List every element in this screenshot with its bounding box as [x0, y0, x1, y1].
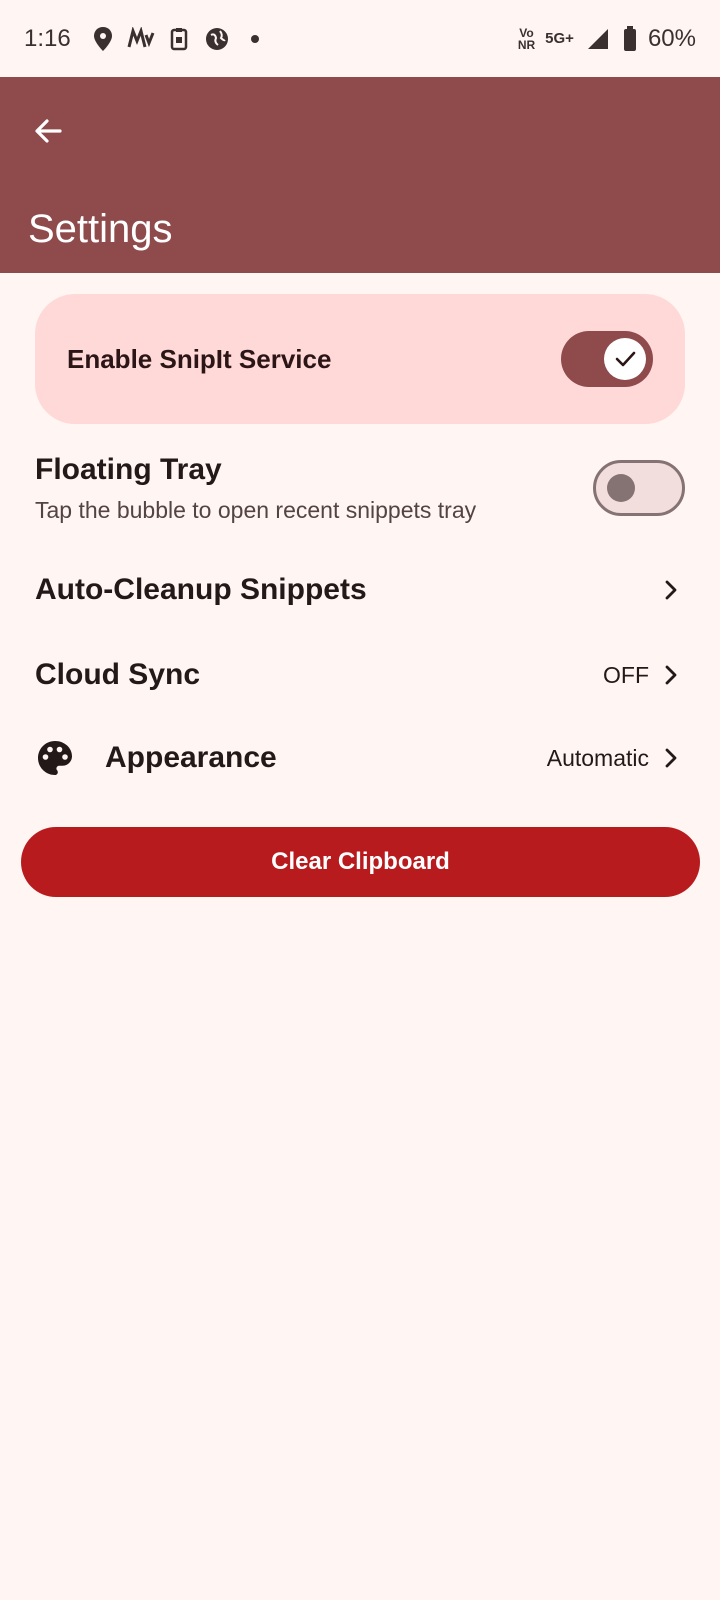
app-bar: Settings	[0, 77, 720, 273]
floating-tray-title: Floating Tray	[35, 452, 222, 486]
signal-icon	[584, 25, 612, 53]
appearance-title: Appearance	[105, 741, 277, 774]
arrow-back-icon	[35, 119, 62, 143]
status-left: 1:16	[24, 25, 269, 53]
cloud-sync-value: OFF	[603, 661, 649, 688]
cloud-sync-row[interactable]: Cloud Sync OFF	[35, 650, 685, 700]
battery-icon	[622, 25, 638, 53]
floating-tray-text: Floating Tray Tap the bubble to open rec…	[35, 453, 476, 524]
floating-tray-subtitle: Tap the bubble to open recent snippets t…	[35, 496, 477, 523]
cloud-sync-right: OFF	[603, 661, 685, 689]
check-icon	[615, 351, 636, 367]
appearance-value: Automatic	[546, 744, 649, 771]
volte-bottom: NR	[517, 37, 536, 52]
page-title: Settings	[28, 207, 173, 251]
auto-cleanup-right	[657, 576, 685, 604]
enable-service-card[interactable]: Enable SnipIt Service	[35, 294, 685, 424]
clear-clipboard-button[interactable]: Clear Clipboard	[21, 827, 700, 897]
chevron-right-icon	[657, 661, 685, 689]
back-button[interactable]	[24, 107, 72, 155]
myntra-app-icon	[127, 25, 155, 53]
status-bar: 1:16 Vo NR 5G+ 60%	[0, 0, 720, 77]
network-type: 5G+	[545, 29, 574, 47]
auto-cleanup-row[interactable]: Auto-Cleanup Snippets	[35, 565, 685, 615]
battery-level: 60%	[647, 24, 696, 52]
enable-service-switch[interactable]	[561, 331, 653, 387]
chevron-right-icon	[657, 744, 685, 772]
floating-tray-row[interactable]: Floating Tray Tap the bubble to open rec…	[35, 448, 685, 528]
palette-icon	[35, 738, 75, 778]
chevron-right-icon	[657, 576, 685, 604]
switch-thumb	[607, 474, 635, 502]
floating-tray-switch[interactable]	[593, 460, 685, 516]
status-right: Vo NR 5G+ 60%	[518, 25, 696, 53]
location-pin-icon	[89, 25, 117, 53]
status-time: 1:16	[24, 24, 71, 52]
appearance-left: Appearance	[35, 738, 277, 778]
enable-service-label: Enable SnipIt Service	[67, 343, 332, 374]
vpn-globe-icon	[203, 25, 231, 53]
auto-cleanup-title: Auto-Cleanup Snippets	[35, 573, 367, 606]
switch-thumb	[604, 338, 646, 380]
appearance-right: Automatic	[547, 744, 685, 772]
clipboard-app-icon	[165, 25, 193, 53]
volte-indicator: Vo NR	[518, 27, 535, 51]
more-dot-icon	[241, 25, 269, 53]
cloud-sync-title: Cloud Sync	[35, 658, 201, 691]
appearance-row[interactable]: Appearance Automatic	[35, 733, 685, 783]
